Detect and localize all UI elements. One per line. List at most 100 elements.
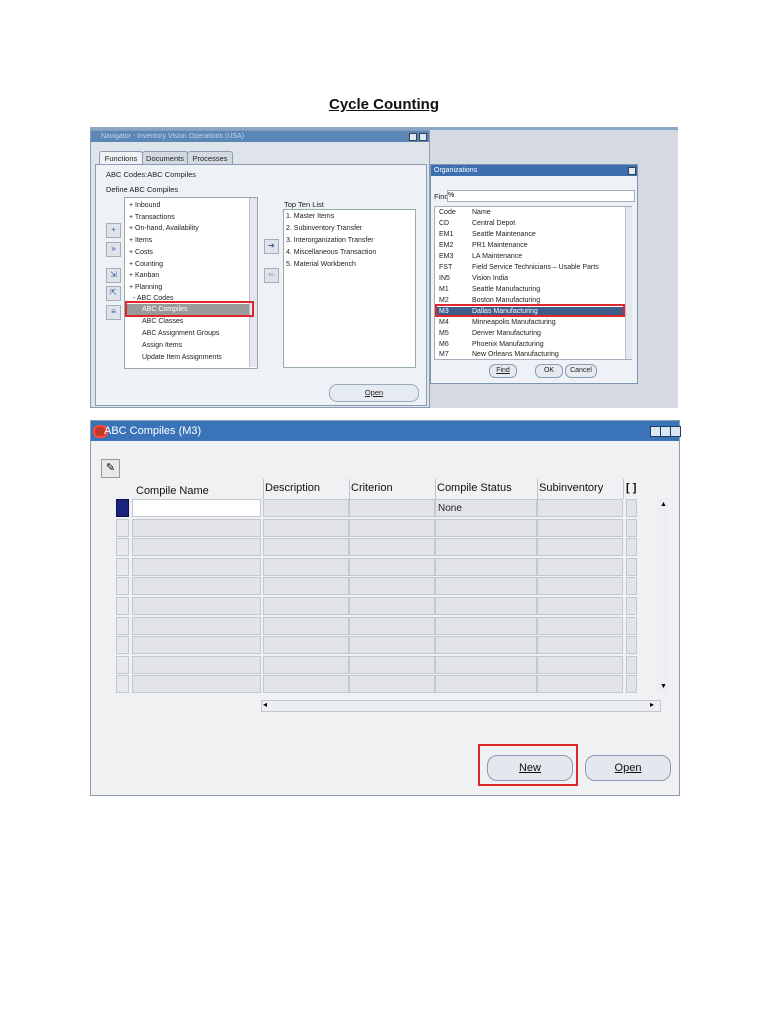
table-cell[interactable]	[132, 499, 261, 517]
add-icon[interactable]: +	[106, 223, 121, 238]
table-cell[interactable]	[626, 557, 637, 576]
top-ten-list[interactable]: 1. Master Items 2. Subinventory Transfer…	[283, 209, 416, 368]
top-ten-item[interactable]: 1. Master Items	[286, 213, 334, 220]
tab-documents[interactable]: Documents	[142, 151, 188, 165]
list-item[interactable]: M4 Minneapolis Manufacturing	[435, 318, 627, 328]
cancel-button[interactable]: Cancel	[565, 364, 597, 378]
function-item[interactable]: + On-hand, Availability	[129, 223, 199, 234]
collapse-all-icon[interactable]: ⇱	[106, 286, 121, 301]
table-cell[interactable]	[349, 636, 435, 655]
tab-processes[interactable]: Processes	[187, 151, 233, 165]
table-cell[interactable]	[132, 538, 261, 557]
table-cell[interactable]	[132, 577, 261, 596]
table-cell[interactable]	[537, 577, 623, 596]
table-cell[interactable]	[626, 655, 637, 674]
table-cell[interactable]	[349, 518, 435, 537]
table-cell[interactable]	[435, 577, 537, 596]
tab-functions[interactable]: Functions	[99, 151, 143, 165]
table-cell[interactable]	[537, 597, 623, 615]
record-indicator[interactable]	[116, 557, 129, 576]
table-cell[interactable]	[435, 616, 537, 635]
table-cell[interactable]	[132, 518, 261, 537]
function-item[interactable]: + Costs	[129, 247, 153, 258]
record-indicator[interactable]	[116, 538, 129, 557]
top-ten-item[interactable]: 4. Miscellaneous Transaction	[286, 249, 376, 256]
function-item[interactable]: + Counting	[129, 259, 163, 270]
table-cell[interactable]	[349, 655, 435, 674]
table-cell[interactable]	[435, 597, 537, 615]
table-cell[interactable]	[349, 616, 435, 635]
table-cell[interactable]	[132, 557, 261, 576]
table-cell[interactable]	[435, 557, 537, 576]
table-cell[interactable]	[263, 636, 349, 655]
table-cell[interactable]	[349, 597, 435, 615]
table-cell[interactable]	[626, 499, 637, 517]
minimize-icon[interactable]	[409, 133, 417, 141]
table-cell[interactable]	[132, 616, 261, 635]
table-cell[interactable]	[537, 616, 623, 635]
table-cell[interactable]	[537, 557, 623, 576]
table-cell[interactable]	[626, 518, 637, 537]
table-cell[interactable]	[263, 655, 349, 674]
record-indicator[interactable]	[116, 577, 129, 596]
table-cell[interactable]	[626, 577, 637, 596]
function-item[interactable]: Update Item Assignments	[142, 352, 222, 363]
close-icon[interactable]	[670, 426, 681, 437]
find-input[interactable]: %	[447, 190, 635, 202]
table-cell[interactable]	[435, 636, 537, 655]
table-cell[interactable]	[349, 577, 435, 596]
list-item[interactable]: EM1 Seattle Maintenance	[435, 230, 627, 240]
list-item[interactable]: EM3 LA Maintenance	[435, 252, 627, 262]
table-cell[interactable]	[435, 538, 537, 557]
table-cell[interactable]	[263, 597, 349, 615]
remove-icon[interactable]: ≡	[106, 305, 121, 320]
table-cell[interactable]	[132, 597, 261, 615]
table-cell[interactable]	[537, 538, 623, 557]
top-ten-item[interactable]: 2. Subinventory Transfer	[286, 225, 362, 232]
table-cell[interactable]	[263, 577, 349, 596]
current-record-indicator[interactable]	[116, 499, 129, 517]
scroll-left-icon[interactable]: ◂	[263, 700, 267, 709]
organizations-scrollbar[interactable]	[625, 207, 632, 359]
function-item[interactable]: + Items	[129, 235, 152, 246]
folder-tools-icon[interactable]: ✎	[101, 459, 120, 478]
list-item[interactable]: EM2 PR1 Maintenance	[435, 241, 627, 251]
record-indicator[interactable]	[116, 675, 129, 694]
top-ten-item[interactable]: 5. Material Workbench	[286, 261, 356, 268]
table-cell[interactable]	[263, 675, 349, 694]
record-indicator[interactable]	[116, 597, 129, 615]
find-button[interactable]: Find	[489, 364, 517, 378]
top-ten-item[interactable]: 3. Interorganization Transfer	[286, 237, 374, 244]
table-cell[interactable]	[537, 499, 623, 517]
function-item[interactable]: + Inbound	[129, 200, 160, 211]
table-vertical-scrollbar[interactable]: ▲ ▼	[657, 499, 669, 694]
table-cell[interactable]	[537, 655, 623, 674]
list-item[interactable]: M6 Phoenix Manufacturing	[435, 340, 627, 350]
table-cell[interactable]	[537, 636, 623, 655]
function-item[interactable]: + Planning	[129, 282, 162, 293]
table-cell[interactable]	[626, 675, 637, 694]
table-cell[interactable]	[626, 538, 637, 557]
table-cell[interactable]	[263, 518, 349, 537]
functions-scrollbar[interactable]	[249, 198, 257, 367]
table-cell[interactable]	[263, 616, 349, 635]
table-cell[interactable]	[537, 518, 623, 537]
expand-all-icon[interactable]: ⇲	[106, 268, 121, 283]
table-cell[interactable]	[349, 675, 435, 694]
function-item[interactable]: + Kanban	[129, 270, 159, 281]
list-item[interactable]: CD Central Depot	[435, 219, 627, 229]
arrow-left-icon[interactable]: ⇐	[264, 268, 279, 283]
table-horizontal-scrollbar[interactable]: ◂ ▸	[261, 700, 661, 712]
table-cell[interactable]	[132, 655, 261, 674]
scroll-up-icon[interactable]: ▲	[660, 501, 667, 508]
record-indicator[interactable]	[116, 518, 129, 537]
scroll-down-icon[interactable]: ▼	[660, 683, 667, 690]
record-indicator[interactable]	[116, 636, 129, 655]
table-cell[interactable]	[435, 675, 537, 694]
table-cell[interactable]	[132, 636, 261, 655]
functions-list[interactable]: + Inbound + Transactions + On-hand, Avai…	[124, 197, 258, 369]
arrow-right-icon[interactable]: ➔	[264, 239, 279, 254]
function-item[interactable]: ABC Classes	[142, 316, 183, 327]
list-item[interactable]: FST Field Service Technicians – Usable Pa…	[435, 263, 627, 273]
table-cell[interactable]	[349, 557, 435, 576]
